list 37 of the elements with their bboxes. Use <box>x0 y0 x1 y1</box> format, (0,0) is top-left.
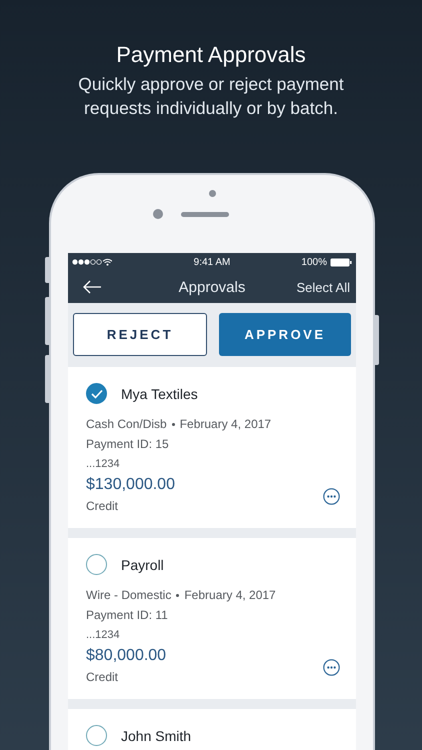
approve-button[interactable]: APPROVE <box>219 313 351 356</box>
checkbox[interactable] <box>86 725 107 746</box>
checkbox[interactable] <box>86 383 107 404</box>
separator-dot <box>176 594 180 596</box>
payment-amount: $80,000.00 <box>86 646 168 666</box>
more-icon[interactable] <box>323 659 340 676</box>
payment-id: Payment ID: 11 <box>86 607 169 624</box>
subtitle: Quickly approve or reject payment requests individually or by batch. <box>78 73 344 120</box>
payment-type: Wire - Domestic <box>86 587 172 604</box>
select-all-link[interactable]: Select All <box>296 280 350 294</box>
payment-date: February 4, 2017 <box>180 416 272 433</box>
payment-amount: $130,000.00 <box>86 475 176 495</box>
account-number: ...1234 <box>86 457 121 472</box>
status-time: 9:41 AM <box>194 256 230 268</box>
reject-button[interactable]: REJECT <box>73 313 207 356</box>
screen-title: Approvals <box>178 278 246 296</box>
headline: Payment Approvals <box>115 41 307 69</box>
payment-type: Cash Con/Disb <box>86 416 167 433</box>
camera-icon <box>153 209 163 219</box>
payee-name: John Smith <box>121 728 192 744</box>
sensor-icon <box>208 190 216 197</box>
payment-direction: Credit <box>86 669 118 686</box>
signal-icon <box>72 258 112 266</box>
payment-id: Payment ID: 15 <box>86 436 170 453</box>
battery-icon <box>330 258 352 266</box>
separator-dot <box>172 422 175 426</box>
payment-direction: Credit <box>86 498 118 515</box>
more-icon[interactable] <box>323 488 340 505</box>
checkmark-icon <box>90 388 102 398</box>
battery-level: 100% <box>301 256 327 268</box>
payee-name: Payroll <box>121 556 164 572</box>
speaker-icon <box>181 212 229 216</box>
payment-date: February 4, 2017 <box>184 587 276 604</box>
payee-name: Mya Textiles <box>121 386 198 402</box>
back-arrow-icon[interactable] <box>82 280 102 294</box>
account-number: ...1234 <box>86 628 121 643</box>
checkbox[interactable] <box>86 554 107 575</box>
